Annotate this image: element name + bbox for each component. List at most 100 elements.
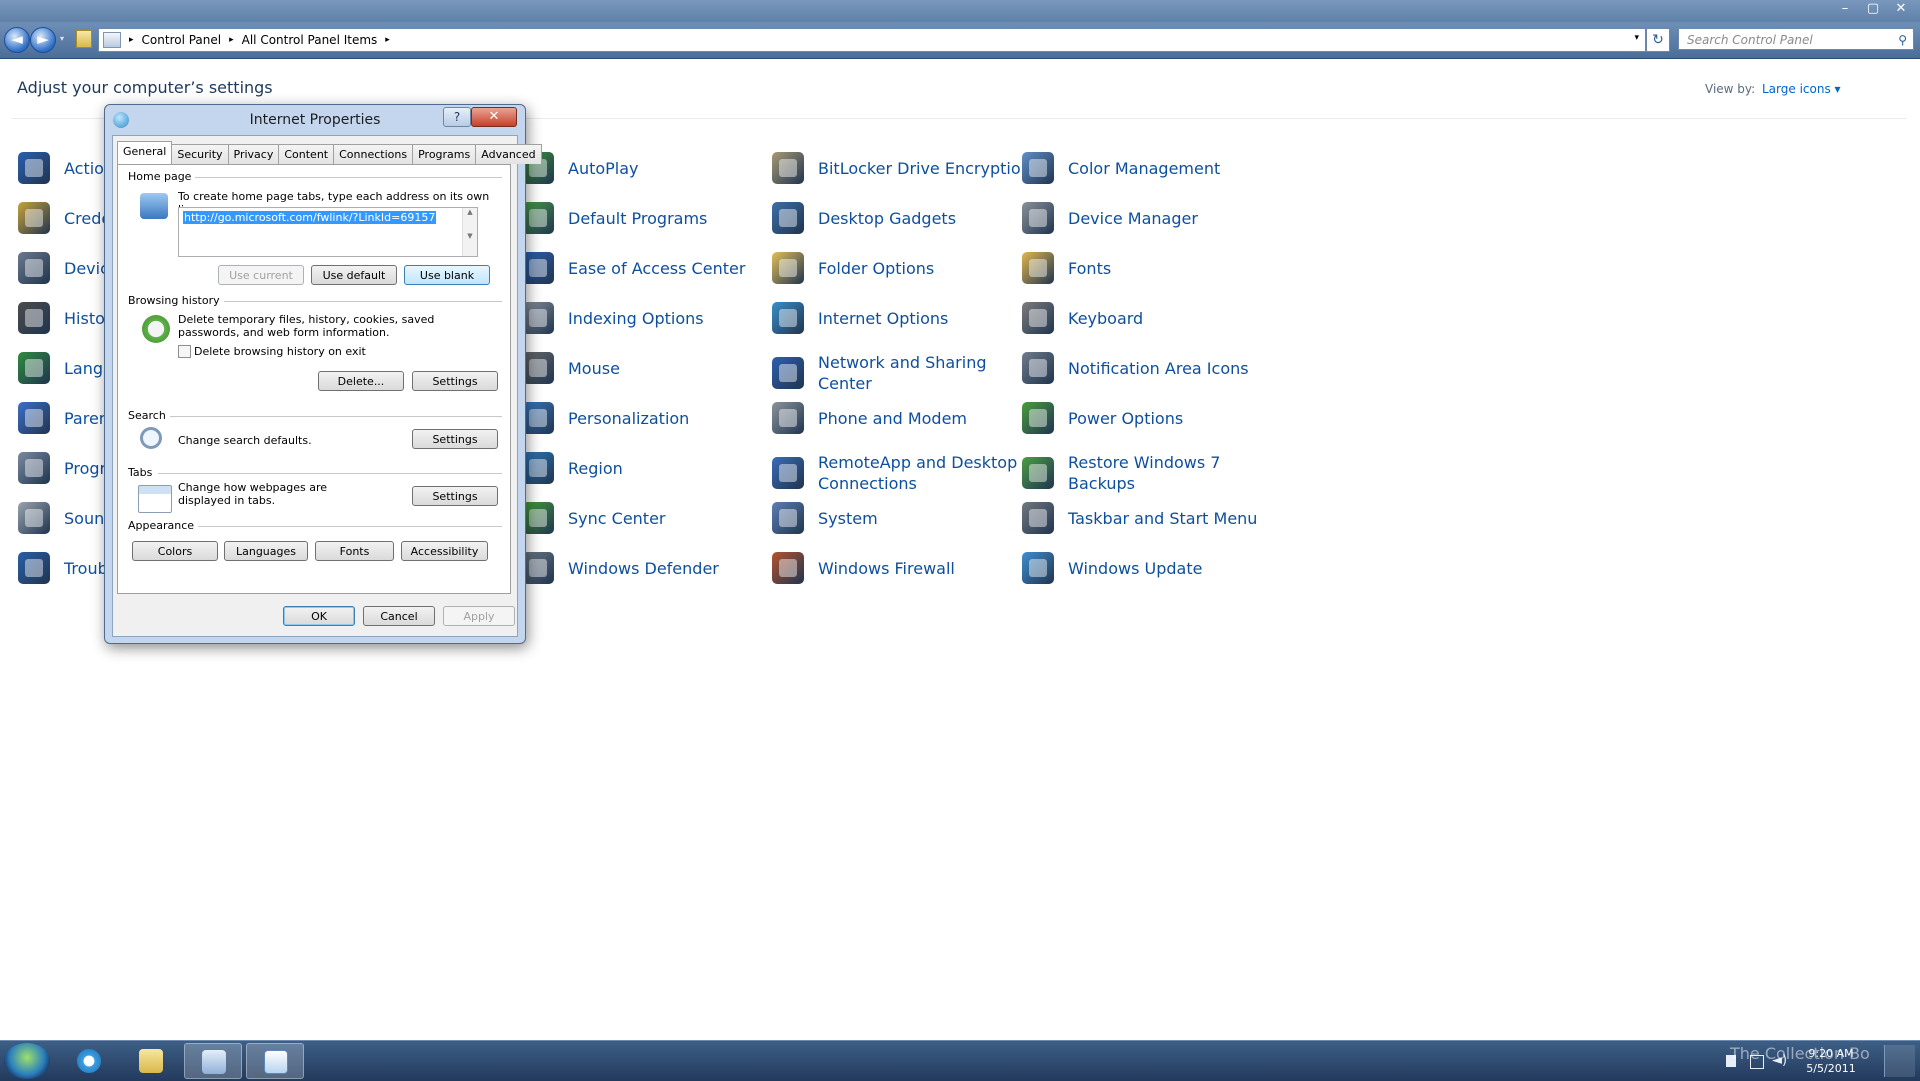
use-default-button[interactable]: Use default	[311, 265, 397, 285]
use-current-button[interactable]: Use current	[218, 265, 304, 285]
cp-item[interactable]: Desktop Gadgets	[772, 202, 956, 234]
taskbar-internet-explorer[interactable]	[60, 1043, 118, 1079]
cp-item[interactable]: Sync Center	[522, 502, 666, 534]
cp-item[interactable]: Windows Defender	[522, 552, 719, 584]
cp-item[interactable]: Mouse	[522, 352, 620, 384]
delete-history-button[interactable]: Delete...	[318, 371, 404, 391]
cp-item[interactable]: Crede	[18, 202, 111, 234]
recent-pages-button[interactable]: ▾	[60, 34, 64, 43]
cp-item[interactable]: Langu	[18, 352, 113, 384]
tabs-settings-button[interactable]: Settings	[412, 486, 498, 506]
delete-on-exit-label[interactable]: Delete browsing history on exit	[194, 345, 366, 358]
up-folder-icon[interactable]	[76, 30, 92, 48]
cp-item[interactable]: BitLocker Drive Encryption	[772, 152, 1031, 184]
cp-item[interactable]: RemoteApp and Desktop Connections	[772, 452, 1017, 494]
home-page-url-field[interactable]: http://go.microsoft.com/fwlink/?LinkId=6…	[178, 207, 478, 257]
cp-item[interactable]: Progra	[18, 452, 116, 484]
taskbar-control-panel[interactable]	[184, 1043, 242, 1079]
ok-button[interactable]: OK	[283, 606, 355, 626]
group-divider	[166, 416, 502, 417]
windows-firewall-icon	[772, 552, 804, 584]
fonts-icon	[1022, 252, 1054, 284]
tab-privacy[interactable]: Privacy	[227, 144, 280, 164]
cp-item[interactable]: Color Management	[1022, 152, 1220, 184]
close-button[interactable]: ✕	[1888, 0, 1914, 18]
cp-item-label: Ease of Access Center	[568, 258, 746, 278]
cp-item-label: Power Options	[1068, 408, 1184, 428]
accessibility-button[interactable]: Accessibility	[401, 541, 488, 561]
tab-content[interactable]: Content	[278, 144, 335, 164]
view-by-dropdown[interactable]: Large icons ▾	[1762, 82, 1841, 96]
breadcrumb-separator[interactable]: ▸	[385, 35, 390, 45]
url-field-scrollbar[interactable]: ▲ ▼	[462, 208, 477, 256]
apply-button[interactable]: Apply	[443, 606, 515, 626]
cp-item[interactable]: System	[772, 502, 878, 534]
cancel-button[interactable]: Cancel	[363, 606, 435, 626]
search-icon[interactable]: ⚲	[1898, 29, 1907, 51]
search-input[interactable]: Search Control Panel ⚲	[1678, 28, 1914, 50]
breadcrumb-control-panel[interactable]: Control Panel	[142, 33, 222, 47]
forward-button[interactable]: ►	[30, 27, 56, 53]
breadcrumb-separator[interactable]: ▸	[229, 35, 234, 45]
fonts-button[interactable]: Fonts	[315, 541, 394, 561]
taskbar-explorer[interactable]	[122, 1043, 180, 1079]
help-button[interactable]: ?	[443, 107, 471, 127]
cp-item[interactable]: Fonts	[1022, 252, 1111, 284]
cp-item[interactable]: Sound	[18, 502, 114, 534]
tab-advanced[interactable]: Advanced	[475, 144, 542, 164]
indexing-options-icon	[522, 302, 554, 334]
color-management-icon	[1022, 152, 1054, 184]
cp-item[interactable]: Windows Update	[1022, 552, 1202, 584]
start-button[interactable]	[4, 1043, 50, 1079]
history-clock-icon	[142, 315, 170, 343]
cp-item[interactable]: Histor	[18, 302, 111, 334]
delete-on-exit-checkbox[interactable]	[178, 345, 191, 358]
cp-item-label: Desktop Gadgets	[818, 208, 957, 228]
tab-programs[interactable]: Programs	[412, 144, 477, 164]
cp-item[interactable]: Power Options	[1022, 402, 1183, 434]
credential-manager-icon	[18, 202, 50, 234]
cp-item[interactable]: Action	[18, 152, 114, 184]
cp-item[interactable]: Taskbar and Start Menu	[1022, 502, 1257, 534]
breadcrumb-separator[interactable]: ▸	[129, 35, 134, 45]
cp-item-label: System	[818, 508, 878, 528]
tab-connections[interactable]: Connections	[333, 144, 414, 164]
back-button[interactable]: ◄	[4, 27, 30, 53]
use-blank-button[interactable]: Use blank	[404, 265, 490, 285]
history-settings-button[interactable]: Settings	[412, 371, 498, 391]
cp-item[interactable]: Parent	[18, 402, 115, 434]
cp-item[interactable]: Windows Firewall	[772, 552, 955, 584]
search-settings-button[interactable]: Settings	[412, 429, 498, 449]
refresh-button[interactable]: ↻	[1646, 28, 1670, 52]
breadcrumb-all-items[interactable]: All Control Panel Items	[242, 33, 378, 47]
restore-button[interactable]: ▢	[1860, 0, 1886, 18]
minimize-button[interactable]: –	[1832, 0, 1858, 18]
cp-item[interactable]: Restore Windows 7 Backups	[1022, 452, 1220, 494]
cp-item[interactable]: Notification Area Icons	[1022, 352, 1249, 384]
tab-general[interactable]: General	[117, 141, 173, 164]
cp-item[interactable]: Indexing Options	[522, 302, 704, 334]
colors-button[interactable]: Colors	[132, 541, 218, 561]
dialog-body: General Security Privacy Content Connect…	[112, 135, 542, 637]
cp-item[interactable]: Troub	[18, 552, 108, 584]
cp-item[interactable]: Network and Sharing Center	[772, 352, 987, 394]
address-bar[interactable]: ▸ Control Panel ▸ All Control Panel Item…	[98, 28, 1646, 52]
dialog-close-button[interactable]: ✕	[471, 107, 517, 127]
cp-item[interactable]: Internet Options	[772, 302, 948, 334]
cp-item-label: Indexing Options	[568, 308, 704, 328]
address-dropdown-icon[interactable]: ▾	[1634, 33, 1639, 43]
cp-item[interactable]: Default Programs	[522, 202, 707, 234]
cp-item[interactable]: Ease of Access Center	[522, 252, 745, 284]
cp-item[interactable]: Device Manager	[1022, 202, 1198, 234]
tab-security[interactable]: Security	[171, 144, 229, 164]
cp-item[interactable]: Phone and Modem	[772, 402, 967, 434]
taskbar-internet-properties[interactable]	[246, 1043, 304, 1079]
cp-item[interactable]: Personalization	[522, 402, 689, 434]
cp-item[interactable]: Keyboard	[1022, 302, 1143, 334]
cp-item[interactable]: Folder Options	[772, 252, 934, 284]
cp-item[interactable]: Region	[522, 452, 623, 484]
show-desktop-button[interactable]	[1884, 1045, 1915, 1077]
languages-button[interactable]: Languages	[224, 541, 308, 561]
dialog-titlebar[interactable]: Internet Properties ? ✕	[105, 105, 525, 135]
programs-icon	[18, 452, 50, 484]
